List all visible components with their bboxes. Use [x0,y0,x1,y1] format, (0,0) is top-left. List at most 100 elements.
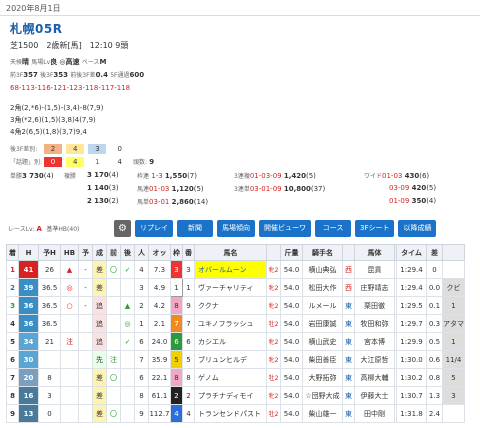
table-row[interactable]: 1 41 26 ▲ - 差〇 ✓ 4 7.3 3 3 オバールムーン 牝2 54.0 横山典弘西昆貢 1:29… [6,260,465,279]
table-row[interactable]: 3 36 36.5 ○ - 追 ▲ 2 4.2 8 9 ククナ 牝2 54.0 ルメール東栗田徹 1:29.5… [6,296,465,315]
cell-h: 30 [18,350,39,369]
cell-extra: 1 [442,332,465,351]
cell-trainer[interactable]: 牧田和弥 [354,314,395,333]
cell-jockey[interactable]: 横山典弘 [302,260,343,279]
cell-name[interactable]: ブリュンヒルデ [194,350,267,369]
race-level: レースLv: A 基準HB(40) [8,225,80,233]
cell-jockey[interactable]: 柴田善臣 [302,350,343,369]
col-odds[interactable]: オッ [148,244,171,261]
cell-sex: 牝2 [266,332,281,351]
cell-jockey[interactable]: ルメール [302,296,343,315]
cell-trainer[interactable]: 伊藤大士 [354,386,395,405]
cell-hb [60,314,79,333]
cell-extra: クビ [442,278,465,297]
cell-jockey[interactable]: ☆団野大成 [302,386,343,405]
col-sei[interactable]: 成 [92,244,107,261]
cell-name[interactable]: ヴァーチャリティ [194,278,267,297]
cell-name[interactable]: オバールムーン [194,260,267,279]
col-trainer[interactable]: 馬体 [354,244,395,261]
cell-chaku: 9 [6,404,19,423]
topic-boxes: 0 4 1 4 頭数: 9 [44,157,154,167]
cell-sei: 差 [92,386,107,405]
cell-name[interactable]: トランセンドパスト [194,404,267,423]
cell-name[interactable]: ユキノフラッシュ [194,314,267,333]
cell-extra [442,260,465,279]
cell-chaku: 4 [6,314,19,333]
cell-name[interactable]: ククナ [194,296,267,315]
cell-yo: - [78,260,93,279]
payout-fukusho-1: 3 170(4) [87,171,119,179]
cell-extra: 11/4 [442,350,465,369]
col-sa[interactable]: 差 [426,244,443,261]
payout-wakuren: 枠連 1-3 1,550(7) [137,172,197,180]
col-ato[interactable]: 後 [120,244,135,261]
cell-odds: 112.7 [148,404,171,423]
col-hb[interactable]: HB [60,244,79,261]
cell-waku: 4 [170,404,183,423]
cell-h: 34 [18,332,39,351]
cell-nin: 4 [134,260,149,279]
kyaku-stats: 後3F差別: [10,146,38,153]
course-button[interactable]: コース [315,220,351,237]
col-nin[interactable]: 人 [134,244,149,261]
cell-name[interactable]: ゲノム [194,368,267,387]
col-ban[interactable]: 番 [182,244,195,261]
cell-trainer[interactable]: 高柳大輔 [354,368,395,387]
payout-fukusho-3: 2 130(2) [87,197,119,205]
cell-ban: 2 [182,386,195,405]
payout-umaren: 馬連01-03 1,120(5) [137,185,204,193]
cell-yo [78,332,93,351]
kyaku-boxes: 2 4 3 0 [44,144,131,154]
replay-button[interactable]: リプレイ [135,220,173,237]
table-row[interactable]: 8 16 3 差 8 61.1 2 2 プラチナディモイ 牝2 54.0 ☆団野大成東伊藤大士 1:30… [6,386,465,405]
cell-name[interactable]: カシエル [194,332,267,351]
col-waku[interactable]: 枠 [170,244,183,261]
table-row[interactable]: 5 34 21 注追 ✓ 6 24.0 6 6 カシエル 牝2 54.0 横山武史東宮本博 1:29.9 0… [6,332,465,351]
col-mae[interactable]: 前 [106,244,121,261]
cell-jockey[interactable]: 横山武史 [302,332,343,351]
table-row[interactable]: 7 20 8 差〇 6 22.1 8 8 ゲノム 牡2 54.0 大野拓弥東高柳大輔 1:30.2 0.8… [6,368,465,387]
table-row[interactable]: 2 39 36.5 ◎ - 差 3 4.9 1 1 ヴァーチャリティ 牝2 54.0 松田大作西庄野靖志 1… [6,278,465,297]
col-kin[interactable]: 斤量 [280,244,303,261]
later-results-button[interactable]: 以降成績 [398,220,437,237]
cell-yo: - [78,296,93,315]
col-yoh[interactable]: 予H [38,244,61,261]
track-bias-button[interactable]: 馬場傾向 [217,220,255,237]
cell-jockey[interactable]: 松田大作 [302,278,343,297]
meeting-viewer-button[interactable]: 開催ビューワ [259,220,311,237]
cell-name[interactable]: プラチナディモイ [194,386,267,405]
newspaper-button[interactable]: 新聞 [177,220,213,237]
cell-jockey[interactable]: 大野拓弥 [302,368,343,387]
col-yo[interactable]: 予 [78,244,93,261]
cell-ban: 1 [182,278,195,297]
cell-trainer[interactable]: 田中剛 [354,404,395,423]
cell-trainer[interactable]: 昆貢 [354,260,395,279]
col-chaku[interactable]: 着 [6,244,19,261]
3f-sheet-button[interactable]: 3Fシート [355,220,395,237]
cell-sei: 先 [92,350,107,369]
table-row[interactable]: 4 36 36.5 追 ◎ 1 2.1 7 7 ユキノフラッシュ 牡2 54.0 岩田康誠東牧田和弥 1:… [6,314,465,333]
cell-trainer[interactable]: 宮本博 [354,332,395,351]
cell-sa: 0.6 [426,350,443,369]
table-row[interactable]: 6 30 先注 7 35.9 5 5 ブリュンヒルデ 牝2 54.0 柴田善臣東大江原哲 1:30.0… [6,350,465,369]
payout-umatan: 馬単03-01 2,860(14) [137,198,209,206]
col-time[interactable]: タイム [396,244,427,261]
col-h[interactable]: H [18,244,39,261]
cell-jockey[interactable]: 柴山雄一 [302,404,343,423]
race-title: 札幌05R [10,22,63,36]
cell-trainer[interactable]: 栗田徹 [354,296,395,315]
gear-icon[interactable]: ⚙ [114,220,131,237]
cell-kin: 54.0 [280,260,303,279]
cell-mae: 注 [106,350,121,369]
col-name[interactable]: 馬名 [194,244,267,261]
cell-trainer[interactable]: 庄野靖志 [354,278,395,297]
cell-h: 13 [18,404,39,423]
cell-time: 1:29.7 [396,314,427,333]
corner-3: 3角(*2,6)(1,5)(3,8)4(7,9) [10,116,96,124]
col-jockey[interactable]: 騎手名 [302,244,343,261]
cell-yoh: 0 [38,404,61,423]
table-row[interactable]: 9 13 0 差〇 9 112.7 4 4 トランセンドパスト 牡2 54.0 柴山雄一東田中剛 1:3… [6,404,465,423]
cell-odds: 22.1 [148,368,171,387]
cell-jockey[interactable]: 岩田康誠 [302,314,343,333]
cell-trainer[interactable]: 大江原哲 [354,350,395,369]
